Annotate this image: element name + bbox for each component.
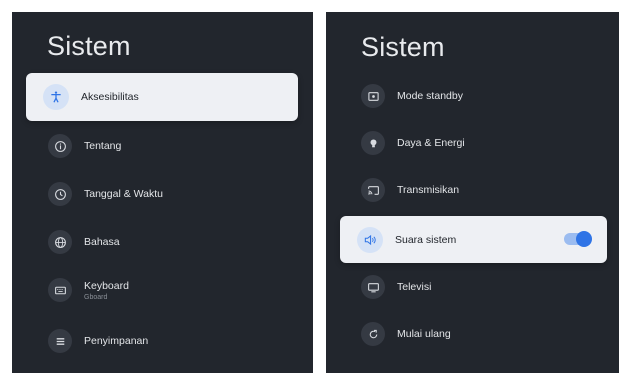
standby-icon xyxy=(361,84,385,108)
menu-item-televisi[interactable]: Televisi xyxy=(326,264,619,310)
storage-icon xyxy=(48,329,72,353)
settings-panel-left: Sistem Tentang Tanggal & Waktu Bahasa Ke… xyxy=(12,12,313,373)
menu-item-daya-energi[interactable]: Daya & Energi xyxy=(326,120,619,166)
menu-item-keyboard[interactable]: Keyboard Gboard xyxy=(12,267,313,313)
menu-item-label: Tanggal & Waktu xyxy=(84,188,163,200)
menu-item-label: Bahasa xyxy=(84,236,120,248)
menu-item-label: Penyimpanan xyxy=(84,335,149,347)
menu-item-tanggal-waktu[interactable]: Tanggal & Waktu xyxy=(12,171,313,217)
page-title: Sistem xyxy=(361,32,445,62)
restart-icon xyxy=(361,322,385,346)
toggle-knob xyxy=(576,231,592,247)
menu-item-bahasa[interactable]: Bahasa xyxy=(12,219,313,265)
menu-item-suara-sistem[interactable]: Suara sistem xyxy=(340,216,607,263)
clock-icon xyxy=(48,182,72,206)
menu-item-label: Mulai ulang xyxy=(397,328,451,340)
menu-item-mulai-ulang[interactable]: Mulai ulang xyxy=(326,311,619,357)
menu-item-label: Televisi xyxy=(397,281,432,293)
menu-item-mode-standby[interactable]: Mode standby xyxy=(326,73,619,119)
menu-item-tentang[interactable]: Tentang xyxy=(12,123,313,169)
menu-item-sublabel: Gboard xyxy=(84,293,108,301)
lightbulb-icon xyxy=(361,131,385,155)
menu-item-label: Suara sistem xyxy=(395,233,457,246)
menu-item-aksesibilitas[interactable]: Aksesibilitas xyxy=(26,73,298,121)
menu-item-transmisikan[interactable]: Transmisikan xyxy=(326,167,619,213)
menu-item-label: Tentang xyxy=(84,140,122,152)
tv-icon xyxy=(361,275,385,299)
info-icon xyxy=(48,134,72,158)
menu-item-label: Mode standby xyxy=(397,90,463,102)
menu-item-penyimpanan[interactable]: Penyimpanan xyxy=(12,318,313,364)
cast-icon xyxy=(361,178,385,202)
menu-item-label: Transmisikan xyxy=(397,184,460,196)
menu-item-label: Keyboard xyxy=(84,279,129,292)
page-title: Sistem xyxy=(47,31,131,61)
accessibility-icon xyxy=(43,84,69,110)
settings-panel-right: Sistem Mode standby Daya & Energi Transm… xyxy=(326,12,619,373)
keyboard-icon xyxy=(48,278,72,302)
speaker-icon xyxy=(357,226,383,253)
sound-toggle-switch[interactable] xyxy=(564,231,592,247)
menu-item-label: Daya & Energi xyxy=(397,137,465,149)
globe-icon xyxy=(48,230,72,254)
menu-item-label: Aksesibilitas xyxy=(81,91,139,103)
